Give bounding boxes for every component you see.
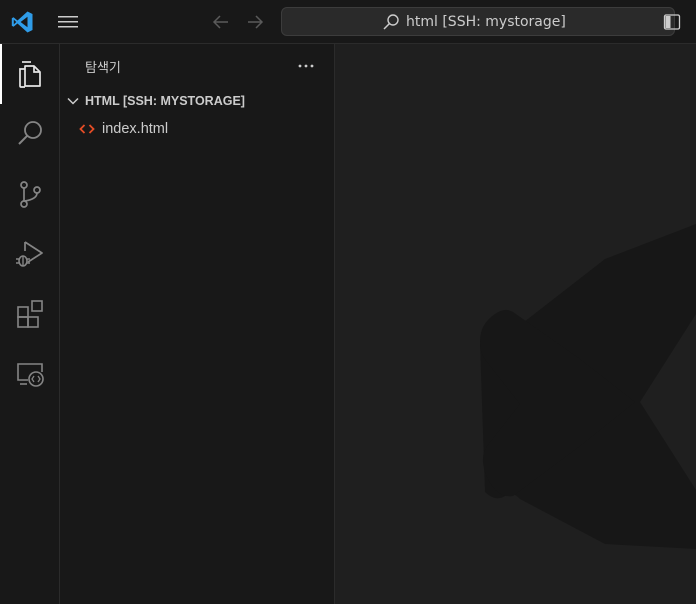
folder-label: HTML [SSH: MYSTORAGE] xyxy=(85,94,245,108)
chevron-down-icon xyxy=(67,97,79,105)
activity-extensions[interactable] xyxy=(0,284,60,344)
editor-area xyxy=(335,44,696,604)
extensions-icon xyxy=(17,300,43,328)
activity-search[interactable] xyxy=(0,104,60,164)
run-debug-icon xyxy=(16,241,43,267)
back-arrow-icon[interactable] xyxy=(209,11,233,33)
source-control-icon xyxy=(20,181,41,208)
search-icon xyxy=(383,13,399,30)
toggle-sidebar-icon[interactable] xyxy=(662,12,682,32)
remote-explorer-icon xyxy=(17,363,44,387)
command-center-label: html [SSH: mystorage] xyxy=(406,13,566,30)
activity-remote-explorer[interactable] xyxy=(0,344,60,404)
activity-bar xyxy=(0,44,60,604)
vscode-watermark-icon xyxy=(480,224,696,549)
activity-explorer[interactable] xyxy=(0,44,60,104)
explorer-sidebar: 탐색기 HTML [SSH: MYSTORAGE] index.html xyxy=(60,44,335,604)
search-icon xyxy=(18,121,42,145)
sidebar-title: 탐색기 xyxy=(85,61,121,76)
files-icon xyxy=(19,61,41,88)
title-bar: html [SSH: mystorage] xyxy=(0,0,696,44)
more-actions-icon[interactable] xyxy=(296,54,316,74)
activity-source-control[interactable] xyxy=(0,164,60,224)
html-file-icon xyxy=(79,124,95,134)
command-center[interactable]: html [SSH: mystorage] xyxy=(281,7,675,36)
forward-arrow-icon[interactable] xyxy=(243,11,267,33)
folder-row[interactable]: HTML [SSH: MYSTORAGE] xyxy=(60,90,335,112)
file-label: index.html xyxy=(102,121,169,137)
activity-run-debug[interactable] xyxy=(0,224,60,284)
menu-icon[interactable] xyxy=(55,12,81,32)
vscode-logo-icon xyxy=(11,11,33,33)
file-row-index-html[interactable]: index.html xyxy=(60,118,335,140)
